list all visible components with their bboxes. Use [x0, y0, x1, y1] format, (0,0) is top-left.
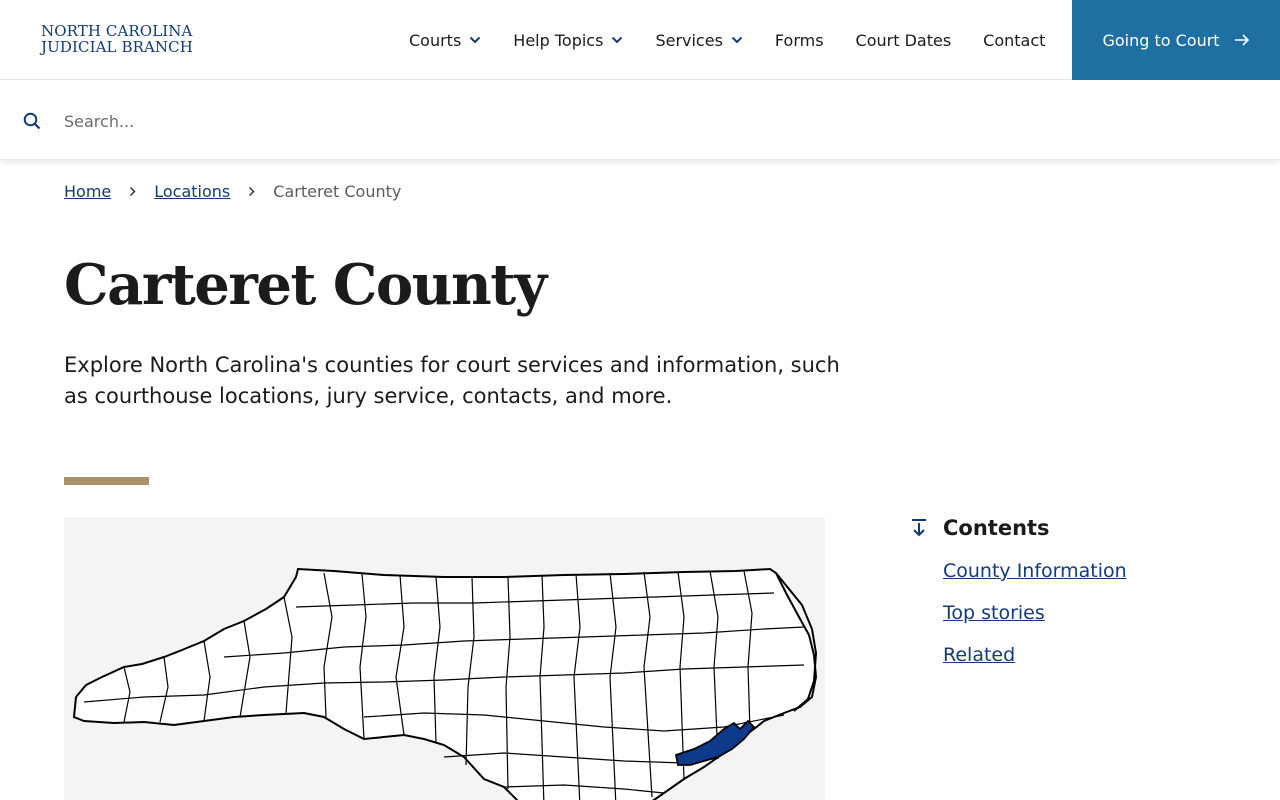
nav-item-court-dates[interactable]: Court Dates: [840, 0, 968, 80]
nc-county-map-svg: [72, 567, 818, 800]
site-header: NORTH CAROLINA JUDICIAL BRANCH Courts He…: [0, 0, 1280, 80]
nav-item-forms[interactable]: Forms: [759, 0, 840, 80]
chevron-right-icon: [248, 186, 255, 197]
nav-item-label: Services: [655, 30, 723, 50]
contents-link-top-stories[interactable]: Top stories: [943, 602, 1045, 624]
contents-item: County Information: [943, 560, 1127, 582]
arrow-down-to-line-icon: [910, 518, 928, 538]
nc-state-outline: [72, 567, 818, 800]
search-input[interactable]: [64, 103, 1244, 139]
logo-line-1: NORTH CAROLINA: [41, 22, 193, 40]
breadcrumb-home-link[interactable]: Home: [64, 182, 111, 201]
site-logo[interactable]: NORTH CAROLINA JUDICIAL BRANCH: [41, 23, 193, 55]
chevron-down-icon: [731, 36, 743, 44]
contents-link-county-information[interactable]: County Information: [943, 560, 1127, 582]
chevron-down-icon: [611, 36, 623, 44]
accent-divider: [64, 477, 149, 485]
main-nav: Courts Help Topics Services Forms Court …: [393, 0, 1061, 80]
contents-item: Top stories: [943, 602, 1127, 624]
county-map: [64, 517, 825, 800]
logo-line-2: JUDICIAL BRANCH: [41, 38, 193, 56]
nav-item-label: Forms: [774, 30, 824, 50]
page-intro: Explore North Carolina's counties for co…: [64, 353, 840, 408]
contents-title: Contents: [943, 516, 1050, 540]
contents-panel: Contents County Information Top stories …: [910, 516, 1127, 686]
page-title: Carteret County: [64, 252, 547, 318]
nav-item-services[interactable]: Services: [639, 0, 758, 80]
contents-header: Contents: [910, 516, 1127, 540]
chevron-right-icon: [129, 186, 136, 197]
going-to-court-button[interactable]: Going to Court: [1072, 0, 1280, 80]
nav-item-label: Court Dates: [855, 30, 952, 50]
cta-label: Going to Court: [1102, 30, 1220, 50]
breadcrumb: Home Locations Carteret County: [64, 182, 401, 201]
contents-list: County Information Top stories Related: [943, 560, 1127, 666]
chevron-down-icon: [469, 36, 481, 44]
breadcrumb-locations-link[interactable]: Locations: [154, 182, 230, 201]
nav-item-help-topics[interactable]: Help Topics: [497, 0, 639, 80]
search-bar: [0, 81, 1280, 160]
nav-item-label: Courts: [409, 30, 462, 50]
breadcrumb-current: Carteret County: [273, 182, 402, 201]
nav-item-contact[interactable]: Contact: [967, 0, 1061, 80]
search-icon[interactable]: [23, 112, 41, 134]
contents-link-related[interactable]: Related: [943, 644, 1015, 666]
arrow-right-icon: [1234, 34, 1250, 46]
nav-item-label: Contact: [983, 30, 1046, 50]
nav-item-courts[interactable]: Courts: [393, 0, 497, 80]
nav-item-label: Help Topics: [513, 30, 604, 50]
contents-item: Related: [943, 644, 1127, 666]
